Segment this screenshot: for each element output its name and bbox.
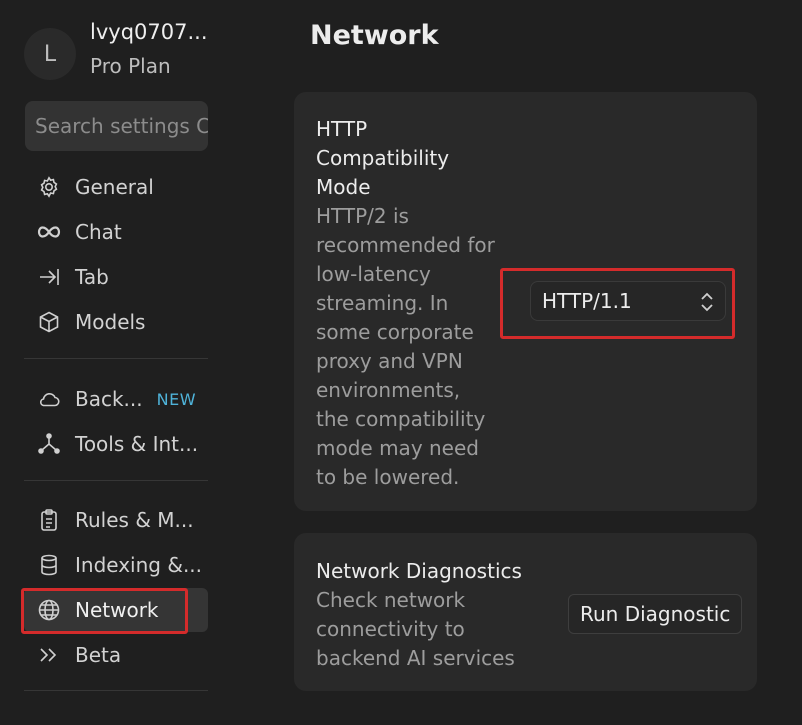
- sidebar-item-tools[interactable]: Tools & Int...: [24, 422, 208, 466]
- sidebar-item-indexing[interactable]: Indexing &...: [24, 543, 208, 587]
- run-diagnostic-button[interactable]: Run Diagnostic: [568, 594, 743, 634]
- diagnostics-title: Network Diagnostics: [316, 559, 522, 583]
- http-mode-text: HTTP Compatibility Mode HTTP/2 is recomm…: [316, 115, 496, 492]
- sidebar-item-beta[interactable]: Beta: [24, 633, 208, 677]
- search-placeholder: Search settings C: [35, 114, 208, 138]
- double-chevron-icon: [36, 642, 62, 668]
- sidebar-item-label: Tab: [75, 265, 109, 289]
- globe-icon: [36, 597, 62, 623]
- sidebar-item-network[interactable]: Network: [24, 588, 208, 632]
- sidebar-item-label: Beta: [75, 643, 122, 667]
- sidebar-divider: [24, 358, 208, 359]
- sidebar-divider: [24, 690, 208, 691]
- cube-icon: [36, 309, 62, 335]
- sidebar-item-label: General: [75, 175, 154, 199]
- diagnostics-description: Check network connectivity to backend AI…: [316, 588, 515, 670]
- http-mode-card: HTTP Compatibility Mode HTTP/2 is recomm…: [294, 92, 757, 511]
- sidebar-item-background[interactable]: Back... NEW: [24, 377, 208, 421]
- search-input[interactable]: Search settings C: [25, 101, 208, 151]
- http-mode-title: HTTP Compatibility Mode: [316, 117, 450, 199]
- database-icon: [36, 552, 62, 578]
- sidebar-item-models[interactable]: Models: [24, 300, 208, 344]
- new-badge: NEW: [156, 389, 197, 409]
- user-name: lvyq0707...: [90, 20, 208, 44]
- cloud-icon: [36, 386, 62, 412]
- infinity-icon: [36, 219, 62, 245]
- diagnostics-text: Network Diagnostics Check network connec…: [316, 557, 526, 673]
- chevron-up-down-icon: [701, 292, 713, 312]
- user-profile[interactable]: L lvyq0707... Pro Plan: [24, 18, 214, 84]
- avatar: L: [24, 28, 76, 80]
- http-mode-description: HTTP/2 is recommended for low-latency st…: [316, 204, 495, 489]
- sidebar-item-label: Chat: [75, 220, 122, 244]
- sidebar-item-label: Network: [75, 598, 159, 622]
- sidebar-item-rules[interactable]: Rules & M...: [24, 498, 208, 542]
- sidebar-item-tab[interactable]: Tab: [24, 255, 208, 299]
- page-title: Network: [310, 20, 439, 51]
- sidebar-item-chat[interactable]: Chat: [24, 210, 208, 254]
- sidebar-item-general[interactable]: General: [24, 165, 208, 209]
- http-mode-select[interactable]: HTTP/1.1: [530, 281, 726, 321]
- settings-sidebar: L lvyq0707... Pro Plan Search settings C…: [0, 0, 218, 725]
- http-mode-value: HTTP/1.1: [542, 289, 632, 313]
- sidebar-item-label: Rules & M...: [75, 508, 194, 532]
- sidebar-item-label: Models: [75, 310, 146, 334]
- user-plan: Pro Plan: [90, 54, 171, 78]
- clipboard-icon: [36, 507, 62, 533]
- gear-icon: [36, 174, 62, 200]
- settings-content: Network HTTP Compatibility Mode HTTP/2 i…: [218, 0, 802, 725]
- sidebar-item-label: Indexing &...: [75, 553, 203, 577]
- nodes-icon: [36, 431, 62, 457]
- sidebar-divider: [24, 480, 208, 481]
- arrow-right-bar-icon: [36, 264, 62, 290]
- sidebar-item-label: Tools & Int...: [75, 432, 199, 456]
- sidebar-item-label: Back...: [75, 387, 143, 411]
- diagnostics-card: Network Diagnostics Check network connec…: [294, 533, 757, 691]
